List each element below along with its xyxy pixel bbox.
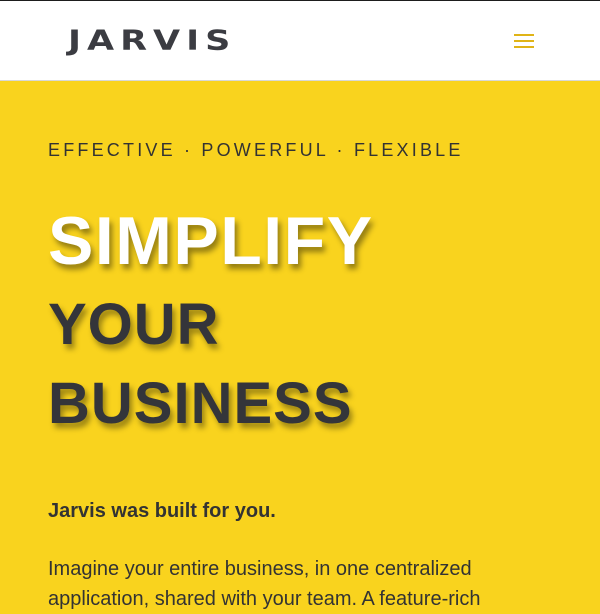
jarvis-logo[interactable]: JARVIS <box>68 27 302 55</box>
hamburger-menu-icon[interactable] <box>512 31 536 51</box>
headline-your: YOUR <box>48 292 220 357</box>
menu-bar <box>514 34 534 36</box>
headline-simplify: SIMPLIFY <box>48 203 374 279</box>
hero-lead-text: Jarvis was built for you. <box>48 500 276 522</box>
headline-business: BUSINESS <box>48 371 353 436</box>
menu-bar <box>514 46 534 48</box>
hero-tagline: EFFECTIVE · POWERFUL · FLEXIBLE <box>48 140 464 160</box>
site-header: JARVIS <box>0 1 600 81</box>
menu-bar <box>514 40 534 42</box>
hero-body-text: Imagine your entire business, in one cen… <box>48 558 481 610</box>
